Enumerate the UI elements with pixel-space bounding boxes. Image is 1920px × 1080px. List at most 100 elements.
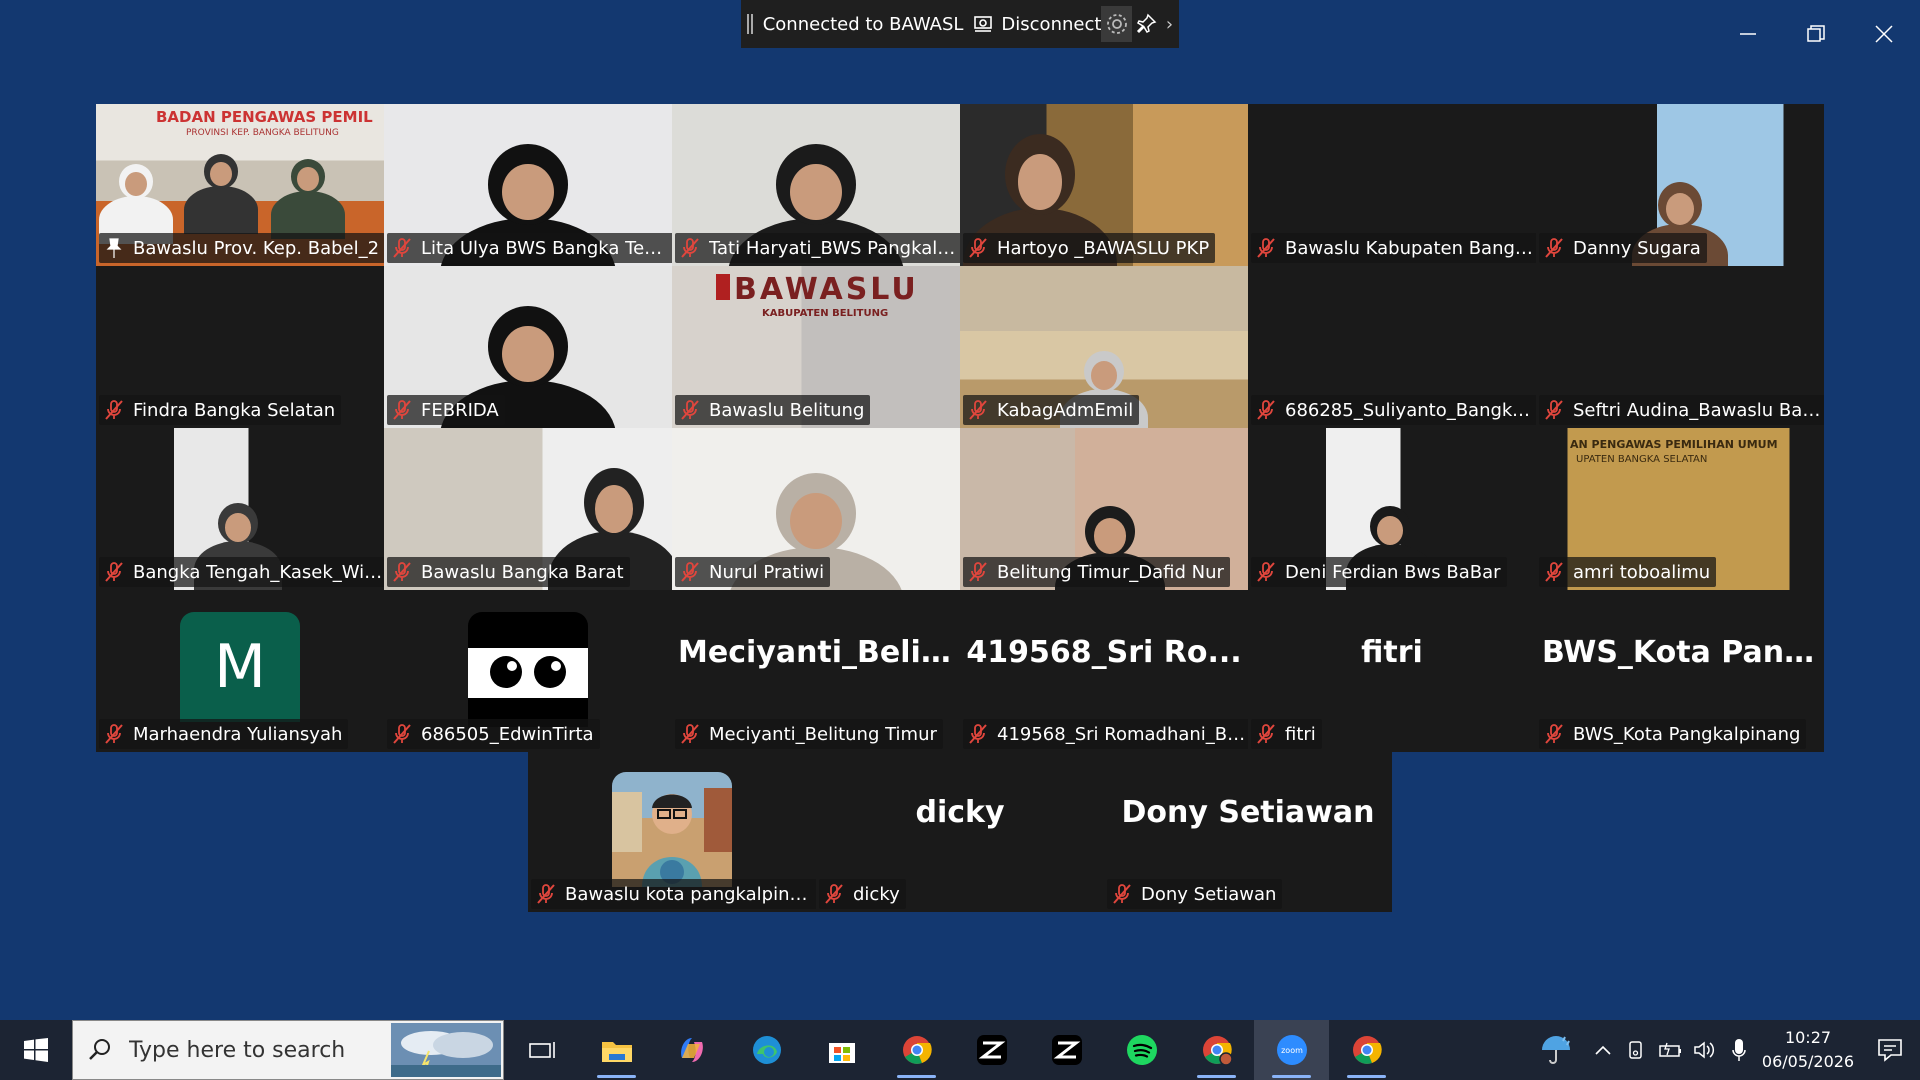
taskbar-search[interactable] [72, 1020, 504, 1080]
participant-name: amri toboalimu [1573, 561, 1711, 583]
task-view-icon [528, 1042, 555, 1058]
participant-name: Bawaslu kota pangkalpinang [565, 883, 815, 905]
participant-tile[interactable]: Seftri Audina_Bawaslu Basel [1536, 266, 1824, 428]
taskbar-chrome-profile[interactable] [1179, 1020, 1254, 1080]
participant-tile[interactable]: BWS_Kota Pang... BWS_Kota Pangkalpinang [1536, 590, 1824, 752]
participant-tile[interactable]: 686505_EdwinTirta [384, 590, 672, 752]
pin-toolbar-button[interactable] [1132, 6, 1160, 42]
person-face [502, 325, 554, 382]
participant-tile[interactable]: BADAN PENGAWAS PEMIL PROVINSI KEP. BANGKA… [96, 104, 384, 266]
weather-widget[interactable] [1526, 1020, 1586, 1080]
microphone-button[interactable] [1722, 1020, 1756, 1080]
participant-name: Tati Haryati_BWS Pangkal Pi... [709, 237, 959, 259]
muted-mic-icon [1255, 399, 1277, 421]
participant-tile[interactable]: FEBRIDA [384, 266, 672, 428]
person-face [502, 163, 554, 220]
taskbar-capcut-2[interactable] [1029, 1020, 1104, 1080]
participant-display-name: 419568_Sri Ro... [966, 635, 1242, 670]
person-body [183, 185, 259, 234]
meet-now-button[interactable] [1620, 1020, 1654, 1080]
chrome-icon [902, 1036, 932, 1064]
participant-tile[interactable]: Tati Haryati_BWS Pangkal Pi... [672, 104, 960, 266]
muted-mic-icon [679, 561, 701, 583]
task-view-button[interactable] [504, 1020, 579, 1080]
participant-name-label: Bawaslu Kabupaten Bangka [1251, 233, 1536, 263]
participant-tile[interactable]: 686285_Suliyanto_BangkaSe... [1248, 266, 1536, 428]
connection-status: Connected to BAWASL [762, 13, 964, 35]
muted-mic-icon [103, 723, 125, 745]
participant-name-label: fitri [1251, 719, 1322, 749]
settings-button[interactable] [1101, 6, 1133, 42]
participant-tile[interactable]: KabagAdmEmil [960, 266, 1248, 428]
participant-name: Deni Ferdian Bws BaBar [1285, 561, 1501, 583]
video-banner-subtext: PROVINSI KEP. BANGKA BELITUNG [186, 128, 339, 138]
taskbar-spotify[interactable] [1104, 1020, 1179, 1080]
battery-button[interactable] [1654, 1020, 1688, 1080]
participant-tile[interactable]: Meciyanti_Belit... Meciyanti_Belitung Tim… [672, 590, 960, 752]
search-input[interactable] [127, 1036, 391, 1064]
participant-tile[interactable]: Bawaslu Kabupaten Bangka [1248, 104, 1536, 266]
participant-tile[interactable]: Lita Ulya BWS Bangka Tengah [384, 104, 672, 266]
participant-tile[interactable]: fitri fitri [1248, 590, 1536, 752]
participant-name-label: 686285_Suliyanto_BangkaSe... [1251, 395, 1536, 425]
taskbar-edge[interactable] [729, 1020, 804, 1080]
taskbar-zoom[interactable]: zoom [1254, 1020, 1329, 1080]
screen-share-bar: Connected to BAWASL Disconnect › [741, 0, 1179, 48]
participant-name-label: Dony Setiawan [1107, 879, 1283, 909]
participant-name: KabagAdmEmil [997, 399, 1134, 421]
notification-center-button[interactable] [1860, 1020, 1920, 1080]
participant-tile[interactable]: BAWASLU KABUPATEN BELITUNG Bawaslu Belitun… [672, 266, 960, 428]
muted-mic-icon [1255, 723, 1277, 745]
participant-name: Seftri Audina_Bawaslu Basel [1573, 399, 1823, 421]
pin-icon [1137, 13, 1157, 34]
participant-name-label: 419568_Sri Romadhani_Belit... [963, 719, 1248, 749]
participant-tile[interactable]: AN PENGAWAS PEMILIHAN UMUM UPATEN BANGKA … [1536, 428, 1824, 590]
taskbar-chrome-2[interactable] [1329, 1020, 1404, 1080]
speaker-icon [1694, 1041, 1715, 1059]
taskbar-chrome-1[interactable] [879, 1020, 954, 1080]
close-button[interactable] [1864, 14, 1904, 54]
copilot-icon [680, 1038, 703, 1062]
drag-handle[interactable] [747, 14, 753, 34]
disconnect-button[interactable]: Disconnect [973, 14, 1101, 35]
volume-button[interactable] [1688, 1020, 1722, 1080]
video-banner-subtext: UPATEN BANGKA SELATAN [1576, 454, 1708, 465]
clock[interactable]: 10:27 06/05/2026 [1756, 1026, 1860, 1074]
start-button[interactable] [0, 1020, 72, 1080]
participant-tile[interactable]: M Marhaendra Yuliansyah [96, 590, 384, 752]
participant-tile[interactable]: Bawaslu kota pangkalpinang [528, 750, 816, 912]
participant-name: fitri [1285, 723, 1316, 745]
participant-tile[interactable]: Deni Ferdian Bws BaBar [1248, 428, 1536, 590]
rain-umbrella-icon [1542, 1036, 1570, 1064]
show-hidden-icons-button[interactable] [1586, 1020, 1620, 1080]
taskbar-file-explorer[interactable] [579, 1020, 654, 1080]
taskbar-store[interactable] [804, 1020, 879, 1080]
person-face [1665, 193, 1695, 226]
participant-name-label: Seftri Audina_Bawaslu Basel [1539, 395, 1824, 425]
expand-toolbar-button[interactable]: › [1160, 14, 1179, 35]
disconnect-label: Disconnect [1001, 13, 1102, 35]
gallery-view-last-row: Bawaslu kota pangkalpinang dicky dicky Dony… [528, 750, 1392, 912]
minimize-button[interactable] [1728, 14, 1768, 54]
restore-button[interactable] [1796, 14, 1836, 54]
participant-name: 419568_Sri Romadhani_Belit... [997, 723, 1247, 745]
taskbar-copilot[interactable] [654, 1020, 729, 1080]
participant-tile[interactable]: Belitung Timur_Dafid Nur [960, 428, 1248, 590]
clock-date: 06/05/2026 [1761, 1052, 1855, 1071]
participant-tile[interactable]: Danny Sugara [1536, 104, 1824, 266]
participant-name-label: Bangka Tengah_Kasek_Win I... [99, 557, 384, 587]
participant-tile[interactable]: Bawaslu Bangka Barat [384, 428, 672, 590]
taskbar-capcut-1[interactable] [954, 1020, 1029, 1080]
close-icon [1875, 25, 1893, 43]
participant-tile[interactable]: Hartoyo _BAWASLU PKP [960, 104, 1248, 266]
participant-name-label: Marhaendra Yuliansyah [99, 719, 349, 749]
participant-tile[interactable]: Bangka Tengah_Kasek_Win I... [96, 428, 384, 590]
participant-tile[interactable]: Nurul Pratiwi [672, 428, 960, 590]
participant-tile[interactable]: 419568_Sri Ro... 419568_Sri Romadhani_Bel… [960, 590, 1248, 752]
participant-tile[interactable]: Dony Setiawan Dony Setiawan [1104, 750, 1392, 912]
participant-tile[interactable]: dicky dicky [816, 750, 1104, 912]
participant-name-label: Danny Sugara [1539, 233, 1707, 263]
search-icon [89, 1039, 110, 1060]
muted-mic-icon [391, 237, 413, 259]
participant-tile[interactable]: Findra Bangka Selatan [96, 266, 384, 428]
